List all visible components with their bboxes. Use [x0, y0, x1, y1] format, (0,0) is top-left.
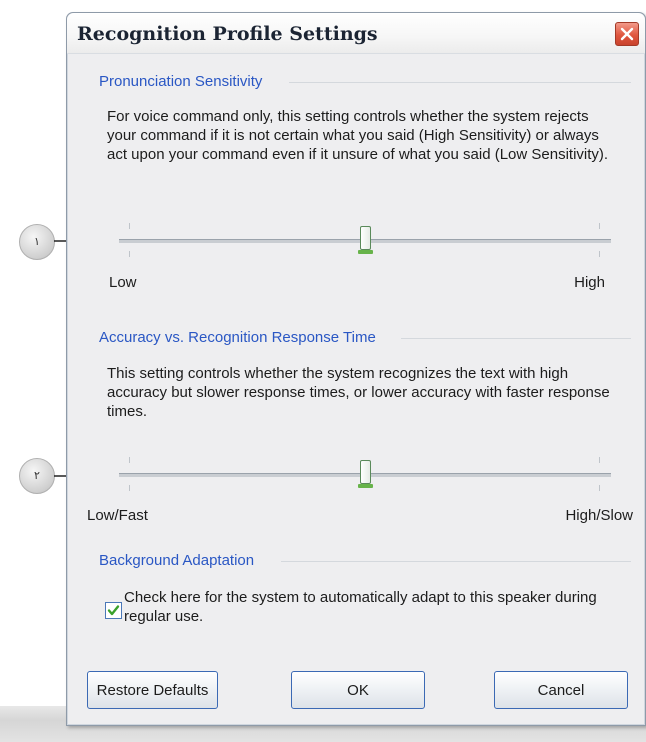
title-bar[interactable]: Recognition Profile Settings — [67, 13, 645, 54]
accuracy-slider-thumb[interactable] — [358, 460, 373, 488]
slider-tick — [599, 223, 600, 229]
accuracy-high-label: High/Slow — [565, 507, 633, 524]
slider-tick — [129, 223, 130, 229]
recognition-profile-dialog: Recognition Profile Settings Pronunciati… — [66, 12, 646, 726]
accuracy-description: This setting controls whether the system… — [107, 365, 610, 420]
adaptation-checkbox[interactable] — [105, 602, 122, 619]
checkmark-icon — [107, 605, 120, 616]
cancel-button[interactable]: Cancel — [494, 671, 628, 709]
pronunciation-low-label: Low — [109, 274, 137, 291]
slider-tick — [129, 485, 130, 491]
close-button[interactable] — [615, 22, 639, 46]
accuracy-slider[interactable] — [119, 454, 611, 494]
pronunciation-legend: Pronunciation Sensitivity — [99, 73, 263, 90]
restore-defaults-button[interactable]: Restore Defaults — [87, 671, 218, 709]
accuracy-group-line — [401, 338, 631, 339]
callout-1: ۱ — [19, 224, 55, 260]
callout-2: ۲ — [19, 458, 55, 494]
background-legend: Background Adaptation — [99, 552, 255, 569]
pronunciation-slider-thumb[interactable] — [358, 226, 373, 254]
background-group-line — [281, 561, 631, 562]
close-icon — [620, 27, 634, 41]
pronunciation-description: For voice command only, this setting con… — [107, 108, 609, 163]
slider-tick — [599, 251, 600, 257]
pronunciation-group-line — [289, 82, 631, 83]
slider-tick — [129, 457, 130, 463]
slider-tick — [599, 485, 600, 491]
adaptation-checkbox-label[interactable]: Check here for the system to automatical… — [124, 588, 604, 626]
dialog-title: Recognition Profile Settings — [77, 23, 378, 45]
pronunciation-high-label: High — [574, 274, 605, 291]
accuracy-legend: Accuracy vs. Recognition Response Time — [99, 329, 376, 346]
slider-tick — [129, 251, 130, 257]
slider-tick — [599, 457, 600, 463]
accuracy-low-label: Low/Fast — [87, 507, 148, 524]
ok-button[interactable]: OK — [291, 671, 425, 709]
pronunciation-slider[interactable] — [119, 220, 611, 260]
